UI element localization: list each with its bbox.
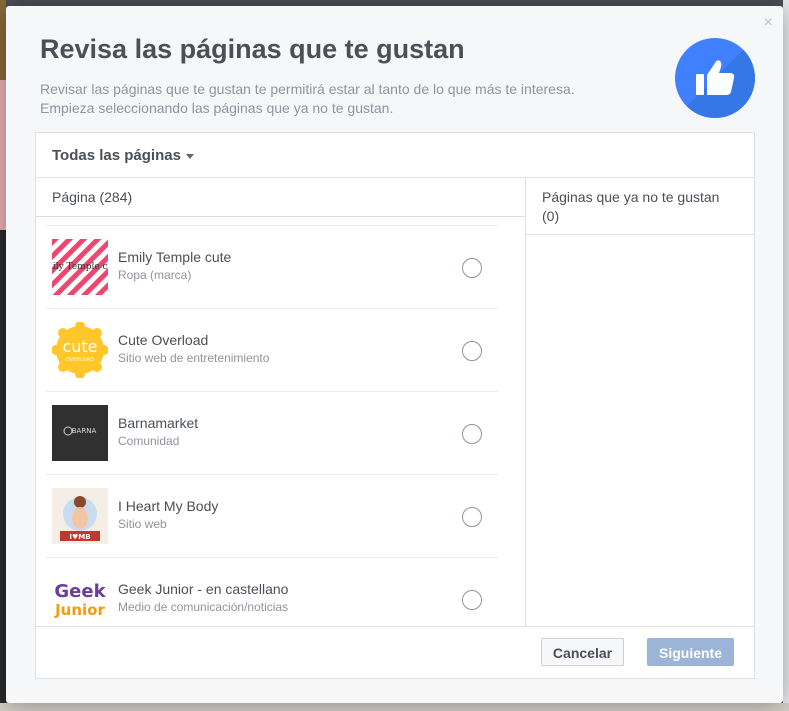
dialog-description: Revisar las páginas que te gustan te per…: [40, 80, 620, 118]
unlike-radio[interactable]: [462, 341, 482, 361]
list-item[interactable]: I♥MB I Heart My Body Sitio web: [46, 475, 498, 558]
page-thumbnail: Geek Junior: [52, 571, 108, 627]
close-icon[interactable]: ×: [764, 14, 773, 32]
cancel-button[interactable]: Cancelar: [541, 638, 624, 666]
page-thumbnail: Emily Temple cute: [52, 239, 108, 295]
filter-dropdown[interactable]: Todas las páginas: [36, 133, 754, 178]
thumbnail-text: Geek: [54, 581, 106, 602]
page-name[interactable]: Cute Overload: [118, 332, 208, 348]
description-line-2: Empieza seleccionando las páginas que ya…: [40, 100, 394, 116]
thumbnail-subtext: OVERLOAD: [66, 357, 94, 363]
unlike-radio[interactable]: [462, 507, 482, 527]
page-category: Ropa (marca): [118, 268, 192, 282]
dialog-title: Revisa las páginas que te gustan: [40, 34, 465, 64]
pages-column: Página (284) Emily: [36, 178, 526, 627]
list-item[interactable]: BARNA Barnamarket Comunidad: [46, 392, 498, 475]
unliked-header-count: (0): [542, 208, 560, 224]
list-item[interactable]: Emily Temple cute Emily Temple cute Ropa…: [46, 226, 498, 309]
page-category: Sitio web: [118, 517, 167, 531]
thumbnail-text: BARNA: [72, 427, 97, 435]
thumbnail-text: I♥MB: [69, 533, 90, 541]
thumbs-up-icon: [675, 38, 755, 118]
unlike-radio[interactable]: [462, 424, 482, 444]
page-category: Medio de comunicación/noticias: [118, 600, 289, 614]
pages-list[interactable]: Emily Temple cute Emily Temple cute Ropa…: [46, 225, 498, 627]
unlike-radio[interactable]: [462, 590, 482, 610]
unliked-header-label: Páginas que ya no te gustan: [542, 189, 720, 205]
pages-panel: Todas las páginas Página (284) ily Templ…: [35, 132, 755, 679]
unliked-pages-header: Páginas que ya no te gustan (0): [526, 178, 754, 235]
page-name[interactable]: Geek Junior - en castellano: [118, 581, 288, 597]
thumbnail-subtext: Junior: [54, 601, 105, 619]
page-thumbnail: I♥MB: [52, 488, 108, 544]
page-name[interactable]: Emily Temple cute: [118, 249, 231, 265]
filter-label: Todas las páginas: [52, 146, 181, 164]
page-name[interactable]: I Heart My Body: [118, 498, 218, 514]
dialog-footer: Cancelar Siguiente: [36, 626, 754, 679]
page-thumbnail: cute OVERLOAD: [52, 322, 108, 378]
description-line-1: Revisar las páginas que te gustan te per…: [40, 81, 575, 97]
background-page-bottom: [0, 703, 789, 711]
background-page-right: [783, 0, 789, 711]
thumbnail-text: cute: [62, 337, 97, 356]
page-thumbnail: BARNA: [52, 405, 108, 461]
caret-down-icon: [185, 153, 194, 159]
page-category: Comunidad: [118, 434, 180, 448]
unliked-pages-column: Páginas que ya no te gustan (0): [526, 178, 754, 626]
unlike-radio[interactable]: [462, 258, 482, 278]
list-item[interactable]: Geek Junior Geek Junior - en castellano …: [46, 558, 498, 627]
thumbnail-text: Emily Temple cute: [52, 262, 108, 272]
pages-count-header: Página (284): [36, 178, 525, 217]
review-likes-dialog: × Revisa las páginas que te gustan Revis…: [6, 6, 783, 703]
list-item[interactable]: cute OVERLOAD Cute Overload Sitio web de…: [46, 309, 498, 392]
page-name[interactable]: Barnamarket: [118, 415, 198, 431]
next-button[interactable]: Siguiente: [647, 638, 734, 666]
page-category: Sitio web de entretenimiento: [118, 351, 270, 365]
